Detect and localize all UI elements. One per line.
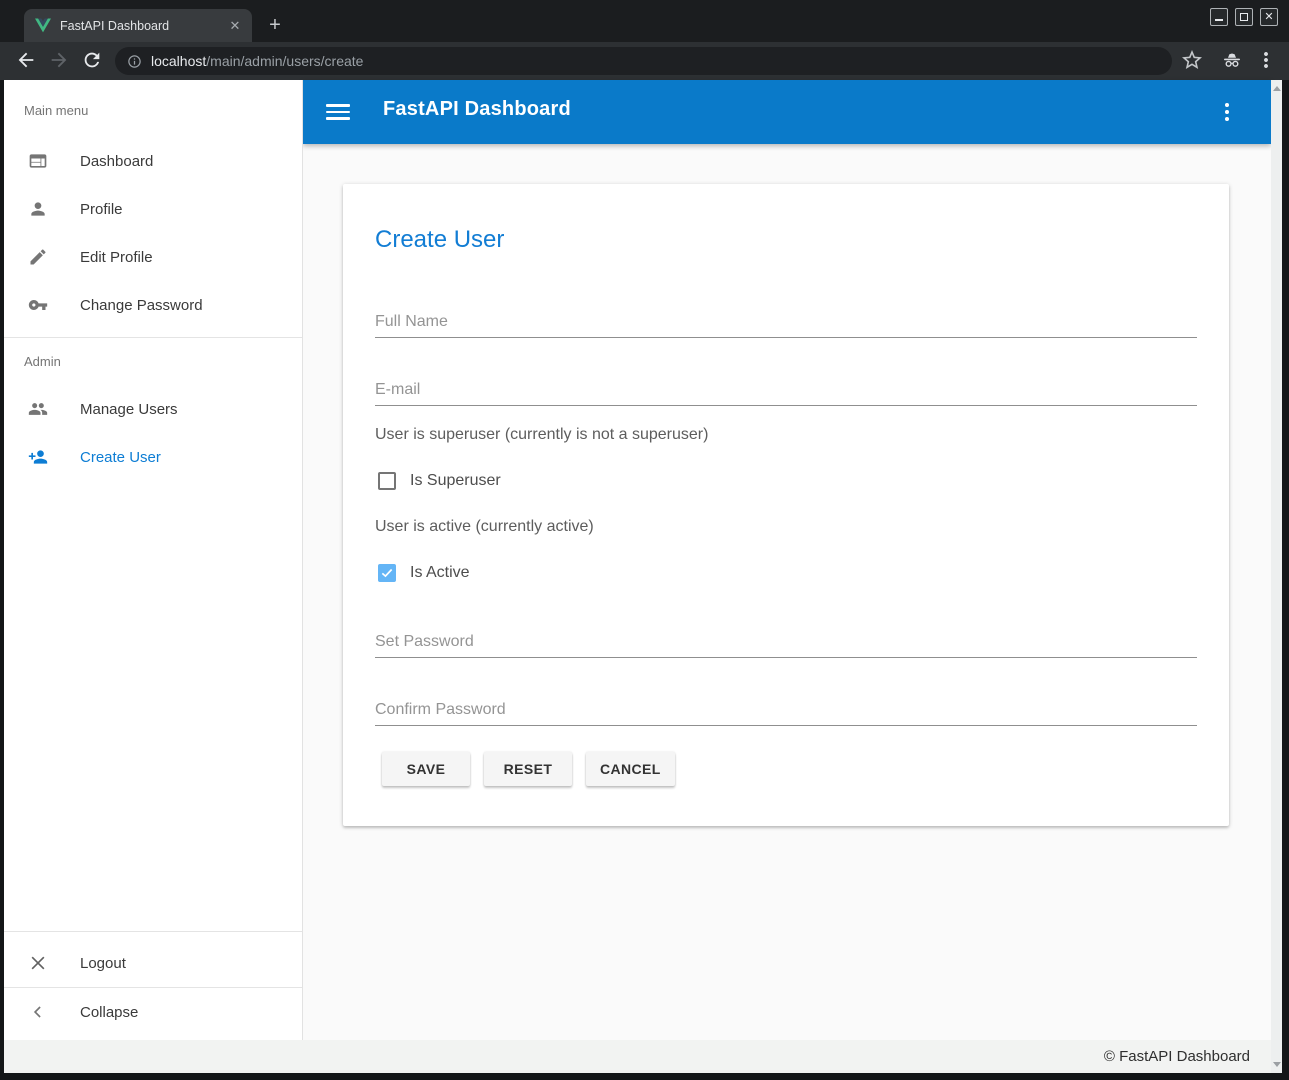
sidebar-item-profile[interactable]: Profile: [4, 185, 302, 233]
email-input[interactable]: [375, 374, 1197, 406]
tab-close-icon[interactable]: ✕: [226, 17, 244, 35]
vertical-scrollbar[interactable]: [1271, 80, 1282, 1073]
app-footer: © FastAPI Dashboard: [4, 1040, 1282, 1073]
scroll-up-icon[interactable]: [1273, 86, 1281, 91]
people-icon: [28, 399, 48, 419]
browser-tab[interactable]: FastAPI Dashboard ✕: [24, 9, 252, 42]
forward-icon[interactable]: [48, 49, 70, 71]
set-password-input[interactable]: [375, 626, 1197, 658]
full-name-field-wrap: [375, 306, 1197, 338]
is-superuser-checkbox-row[interactable]: Is Superuser: [378, 472, 501, 490]
sidebar-item-label: Logout: [80, 955, 126, 972]
confirm-password-input[interactable]: [375, 694, 1197, 726]
sidebar-item-manage-users[interactable]: Manage Users: [4, 385, 302, 433]
is-active-checkbox-row[interactable]: Is Active: [378, 564, 470, 582]
window-controls: ✕: [1210, 8, 1278, 26]
dashboard-icon: [28, 151, 48, 171]
sidebar: Main menu Dashboard Profile Edit Profile…: [4, 80, 303, 1040]
sidebar-item-label: Edit Profile: [80, 249, 153, 266]
back-icon[interactable]: [15, 49, 37, 71]
app-title: FastAPI Dashboard: [383, 98, 571, 121]
sidebar-divider: [4, 931, 302, 932]
address-bar[interactable]: localhost/main/admin/users/create: [115, 47, 1172, 75]
cancel-button[interactable]: CANCEL: [586, 752, 675, 786]
full-name-input[interactable]: [375, 306, 1197, 338]
sidebar-item-create-user[interactable]: Create User: [4, 433, 302, 481]
active-hint: User is active (currently active): [375, 518, 594, 536]
scroll-down-icon[interactable]: [1273, 1062, 1281, 1067]
set-password-field-wrap: [375, 626, 1197, 658]
browser-titlebar: FastAPI Dashboard ✕ + ✕: [0, 0, 1289, 42]
incognito-icon: [1220, 48, 1244, 72]
reset-button[interactable]: RESET: [484, 752, 572, 786]
sidebar-item-edit-profile[interactable]: Edit Profile: [4, 233, 302, 281]
app-viewport: FastAPI Dashboard Main menu Dashboard Pr…: [4, 80, 1282, 1073]
pencil-icon: [28, 247, 48, 267]
person-icon: [28, 199, 48, 219]
sidebar-item-label: Profile: [80, 201, 123, 218]
sidebar-item-label: Create User: [80, 449, 161, 466]
chevron-left-icon: [28, 1002, 48, 1022]
minimize-button[interactable]: [1210, 8, 1228, 26]
tab-title: FastAPI Dashboard: [60, 19, 226, 33]
checkbox-unchecked-icon[interactable]: [378, 472, 396, 490]
sidebar-item-logout[interactable]: Logout: [4, 939, 302, 987]
sidebar-section-admin: Admin: [24, 354, 61, 369]
page-info-icon[interactable]: [127, 54, 142, 69]
new-tab-button[interactable]: +: [263, 14, 287, 38]
checkbox-label: Is Active: [410, 564, 470, 582]
browser-kebab-menu-icon[interactable]: [1254, 48, 1278, 72]
app-toolbar: FastAPI Dashboard: [303, 80, 1271, 144]
key-icon: [28, 295, 48, 315]
sidebar-item-label: Change Password: [80, 297, 203, 314]
sidebar-item-dashboard[interactable]: Dashboard: [4, 137, 302, 185]
close-window-button[interactable]: ✕: [1260, 8, 1278, 26]
save-button[interactable]: SAVE: [382, 752, 470, 786]
page-title: Create User: [375, 226, 504, 254]
sidebar-item-label: Manage Users: [80, 401, 178, 418]
reload-icon[interactable]: [81, 49, 103, 71]
bookmark-star-icon[interactable]: [1180, 48, 1204, 72]
hamburger-menu-icon[interactable]: [326, 100, 350, 124]
form-actions: SAVE RESET CANCEL: [382, 752, 675, 786]
checkbox-checked-icon[interactable]: [378, 564, 396, 582]
url-host: localhost: [151, 53, 206, 69]
email-field-wrap: [375, 374, 1197, 406]
app-kebab-menu-icon[interactable]: [1215, 100, 1239, 124]
sidebar-divider: [4, 337, 302, 338]
sidebar-item-collapse[interactable]: Collapse: [4, 988, 302, 1036]
sidebar-item-label: Collapse: [80, 1004, 138, 1021]
confirm-password-field-wrap: [375, 694, 1197, 726]
sidebar-item-change-password[interactable]: Change Password: [4, 281, 302, 329]
vue-favicon-icon: [35, 18, 51, 33]
copyright-text: © FastAPI Dashboard: [1104, 1048, 1250, 1065]
url-path: /main/admin/users/create: [206, 53, 363, 69]
close-icon: [28, 953, 48, 973]
sidebar-section-main-menu: Main menu: [24, 103, 88, 118]
main-content: Create User User is superuser (currently…: [303, 144, 1271, 1040]
sidebar-item-label: Dashboard: [80, 153, 153, 170]
superuser-hint: User is superuser (currently is not a su…: [375, 426, 708, 444]
create-user-card: Create User User is superuser (currently…: [343, 184, 1229, 826]
maximize-button[interactable]: [1235, 8, 1253, 26]
checkbox-label: Is Superuser: [410, 472, 501, 490]
person-add-icon: [28, 447, 48, 467]
